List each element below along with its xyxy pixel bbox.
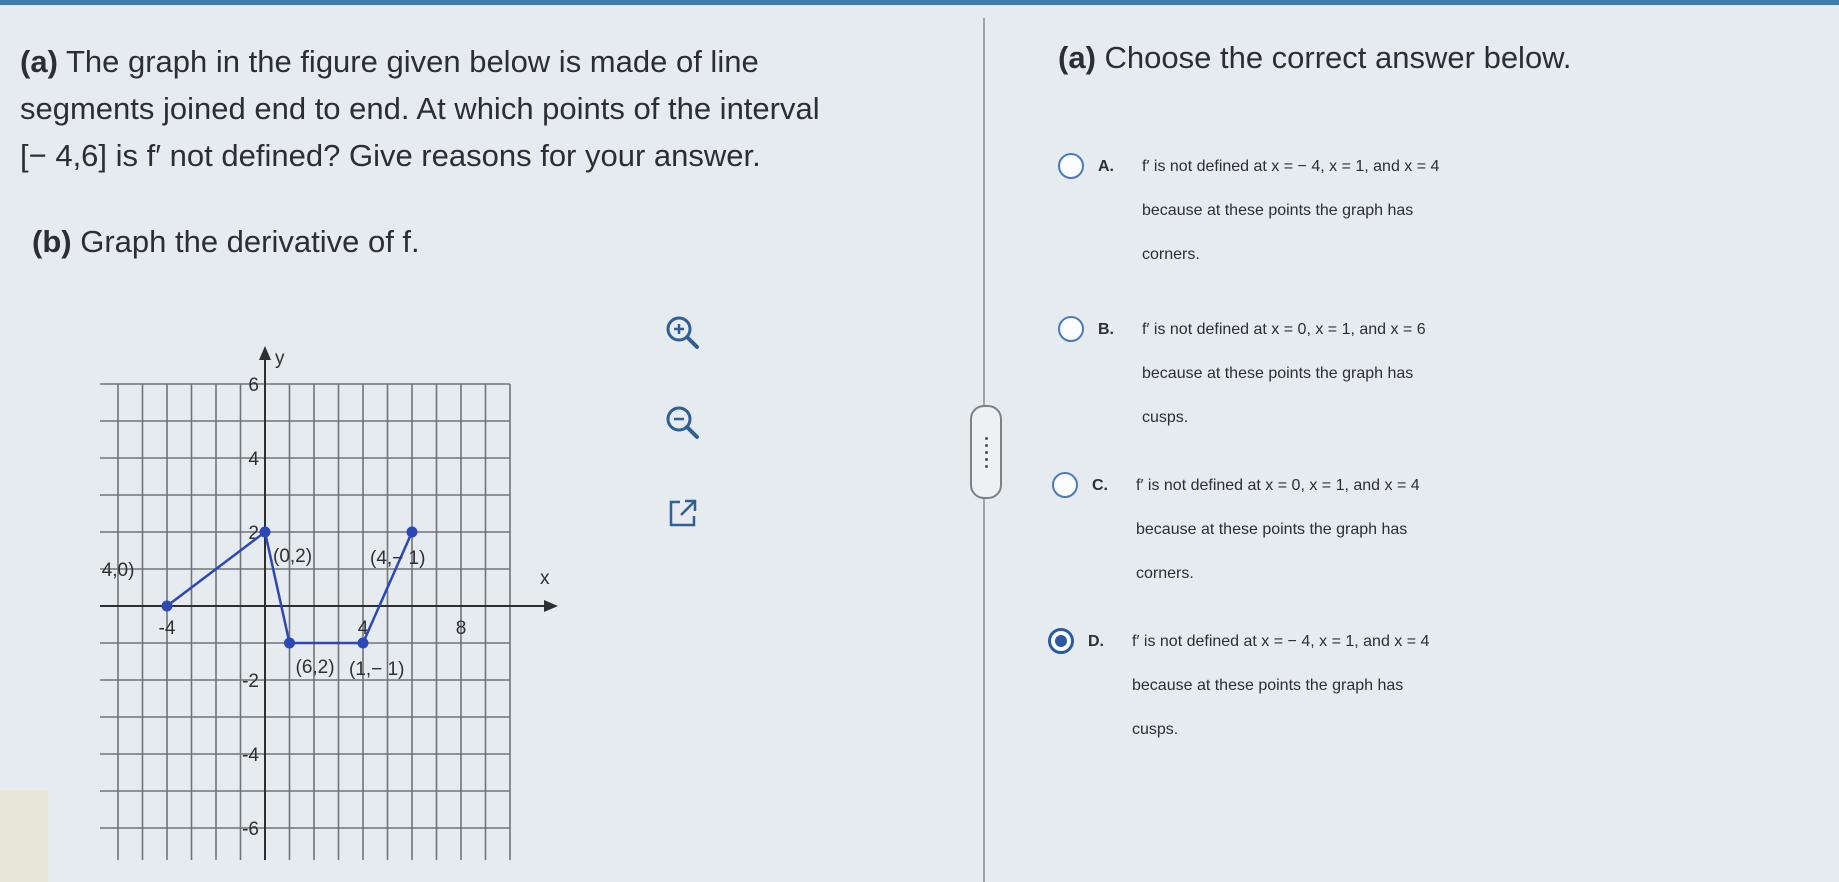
choice-b-line-1: f′ is not defined at x = 0, x = 1, and x… xyxy=(1142,321,1426,338)
y-axis-arrow-icon xyxy=(259,346,271,360)
background-edge xyxy=(0,790,48,882)
radio-button-d[interactable] xyxy=(1048,628,1074,654)
zoom-out-button[interactable] xyxy=(660,400,706,446)
part-b-text: (b) Graph the derivative of f. xyxy=(32,218,420,265)
panel-resize-handle[interactable] xyxy=(970,405,1002,499)
choice-d-letter: D. xyxy=(1088,633,1104,650)
answer-title-text: Choose the correct answer below. xyxy=(1095,40,1572,75)
choice-d-text: f′ is not defined at x = − 4, x = 1, and… xyxy=(1132,620,1772,752)
radio-button-a[interactable] xyxy=(1058,153,1084,179)
choice-b-line-2: because at these points the graph has xyxy=(1142,365,1414,382)
choice-c-text: f′ is not defined at x = 0, x = 1, and x… xyxy=(1136,464,1776,596)
choice-d-line-3: cusps. xyxy=(1132,721,1179,738)
part-a-line-1: The graph in the figure given below is m… xyxy=(57,44,759,79)
choice-a-letter: A. xyxy=(1098,158,1114,175)
pop-out-button[interactable] xyxy=(660,490,706,536)
part-a-tag: (a) xyxy=(20,44,58,79)
choice-a-text: f′ is not defined at x = − 4, x = 1, and… xyxy=(1142,145,1782,277)
function-point xyxy=(259,526,271,538)
part-a-line-3: [− 4,6] is f′ not defined? Give reasons … xyxy=(20,138,761,173)
y-tick-label: 6 xyxy=(248,375,259,396)
choice-d-line-1: f′ is not defined at x = − 4, x = 1, and… xyxy=(1132,633,1430,650)
x-tick-label: -4 xyxy=(159,618,176,639)
point-label: (6,2) xyxy=(296,657,335,678)
answer-title-tag: (a) xyxy=(1058,40,1096,75)
y-axis-label: y xyxy=(275,348,285,369)
function-point xyxy=(161,600,173,612)
part-b-body: Graph the derivative of f. xyxy=(71,224,420,259)
choice-a-line-2: because at these points the graph has xyxy=(1142,202,1414,219)
answer-title: (a) Choose the correct answer below. xyxy=(1058,38,1830,78)
part-a-line-2: segments joined end to end. At which poi… xyxy=(20,91,820,126)
function-graph: xy-8-448642-2-4-6(− 4,0)(0,2)(6,2)(1,− 1… xyxy=(100,300,660,860)
pop-out-icon xyxy=(669,499,697,527)
point-label: (− 4,0) xyxy=(100,560,134,581)
graph-canvas: xy-8-448642-2-4-6(− 4,0)(0,2)(6,2)(1,− 1… xyxy=(100,346,558,860)
choice-b-line-3: cusps. xyxy=(1142,409,1189,426)
choice-a-line-3: corners. xyxy=(1142,246,1200,263)
x-axis-label: x xyxy=(540,568,550,589)
choice-c[interactable]: C. f′ is not defined at x = 0, x = 1, an… xyxy=(1052,464,1776,596)
y-tick-label: -4 xyxy=(242,745,259,766)
choice-c-line-1: f′ is not defined at x = 0, x = 1, and x… xyxy=(1136,477,1420,494)
zoom-out-icon xyxy=(666,406,699,439)
zoom-in-button[interactable] xyxy=(660,310,706,356)
choice-d-line-2: because at these points the graph has xyxy=(1132,677,1404,694)
choice-b-letter: B. xyxy=(1098,321,1114,338)
x-tick-label: 8 xyxy=(456,618,467,639)
question-panel: (a) The graph in the figure given below … xyxy=(20,38,920,259)
point-label: (1,− 1) xyxy=(349,659,404,680)
part-b-tag: (b) xyxy=(32,224,72,259)
choice-a[interactable]: A. f′ is not defined at x = − 4, x = 1, … xyxy=(1058,145,1782,277)
zoom-in-icon xyxy=(666,316,699,349)
choice-a-line-1: f′ is not defined at x = − 4, x = 1, and… xyxy=(1142,158,1440,175)
x-axis-arrow-icon xyxy=(544,600,558,612)
point-label: (4,− 1) xyxy=(370,548,425,569)
choice-d[interactable]: D. f′ is not defined at x = − 4, x = 1, … xyxy=(1048,620,1772,752)
choice-c-letter: C. xyxy=(1092,477,1108,494)
y-tick-label: -2 xyxy=(242,671,259,692)
y-tick-label: -6 xyxy=(242,819,259,840)
answer-panel: (a) Choose the correct answer below. xyxy=(1050,38,1830,78)
function-point xyxy=(406,526,418,538)
point-label: (0,2) xyxy=(273,546,312,567)
choice-c-line-3: corners. xyxy=(1136,565,1194,582)
choice-b-text: f′ is not defined at x = 0, x = 1, and x… xyxy=(1142,308,1782,440)
top-accent-bar xyxy=(0,0,1839,5)
radio-button-b[interactable] xyxy=(1058,316,1084,342)
function-point xyxy=(357,637,369,649)
function-point xyxy=(284,637,295,649)
y-tick-label: 4 xyxy=(248,449,259,470)
choice-c-line-2: because at these points the graph has xyxy=(1136,521,1408,538)
part-a-text: (a) The graph in the figure given below … xyxy=(20,38,920,85)
radio-button-c[interactable] xyxy=(1052,472,1078,498)
choice-b[interactable]: B. f′ is not defined at x = 0, x = 1, an… xyxy=(1058,308,1782,440)
